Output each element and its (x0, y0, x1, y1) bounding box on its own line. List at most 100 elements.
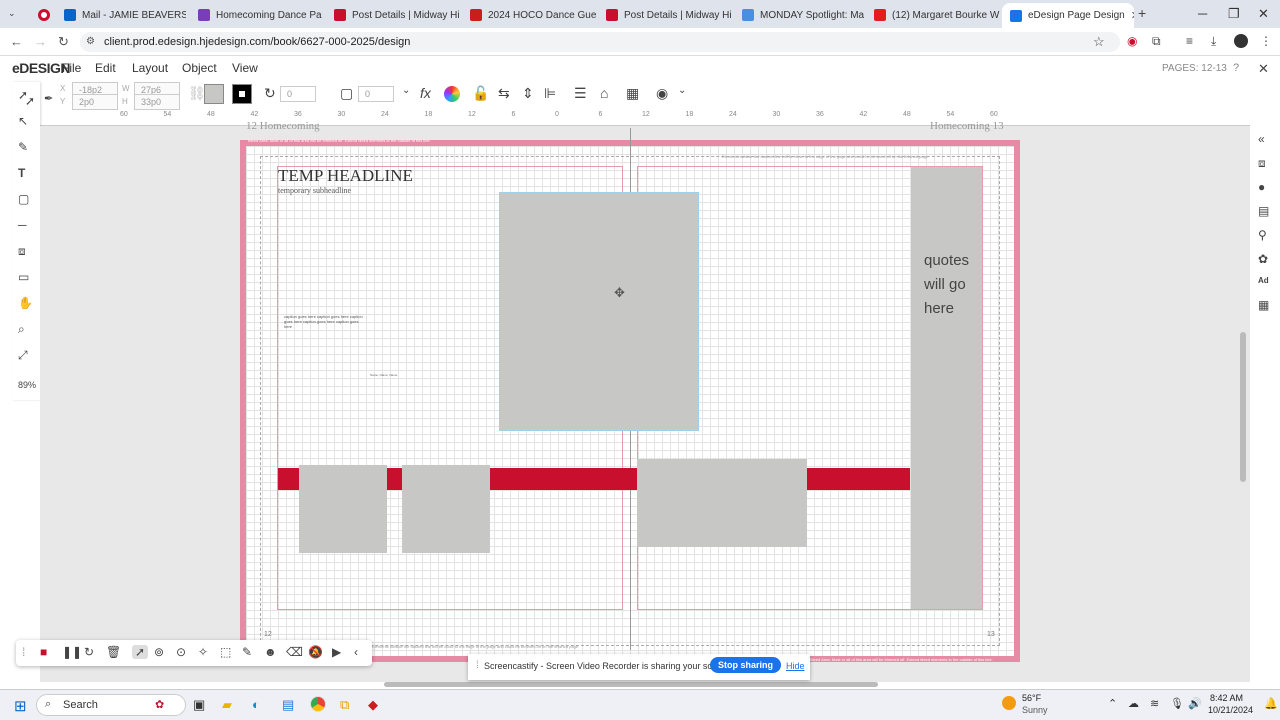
url-field[interactable]: client.prod.edesign.hjedesign.com/book/6… (80, 32, 1120, 52)
tab-close-icon[interactable]: ✕ (1125, 9, 1134, 22)
tab-post-details-2[interactable]: Post Details | Midway Hi✕ (598, 4, 732, 26)
chrome-icon[interactable] (310, 696, 326, 712)
tab-close-icon[interactable]: ✕ (999, 9, 1000, 22)
media-icon[interactable]: ≡ (1186, 34, 1193, 48)
subheadline-text[interactable]: temporary subheadline (278, 186, 351, 195)
tab-close-icon[interactable]: ✕ (322, 9, 324, 22)
trash-icon[interactable]: 🗑 (106, 645, 121, 659)
tab-homecoming-dance[interactable]: Homecoming Dance Pa✕ (190, 4, 324, 26)
tab-monday-spotlight[interactable]: MONDAY Spotlight: Ma✕ (734, 4, 868, 26)
weather-sun-icon[interactable] (1002, 696, 1016, 710)
horizontal-ruler[interactable]: 60 54 48 42 36 30 24 18 12 6 0 6 12 18 24 30 36 42 48 54 60 (40, 110, 1250, 126)
pages-panel-icon[interactable]: ▤ (1258, 204, 1269, 218)
tray-chevron-icon[interactable]: ⌃ (1108, 697, 1117, 710)
zoom-tool-icon[interactable]: ⌕ (18, 322, 25, 337)
tab-mail[interactable]: Mail - JAMIE BEAVERS -✕ (56, 4, 186, 26)
rotate-icon[interactable]: ↻ (264, 85, 276, 102)
extension-record-icon[interactable]: ◉ (1127, 34, 1137, 48)
cursor-icon[interactable]: ➚ (132, 645, 149, 659)
preview-eye-icon[interactable]: ◉ (656, 85, 668, 102)
bookmark-star-icon[interactable]: ☆ (1093, 34, 1105, 50)
menu-edit[interactable]: Edit (95, 61, 116, 75)
rectangle-tool-icon[interactable]: ▢ (18, 192, 29, 206)
windows-start-icon[interactable]: ⊞ (14, 697, 27, 715)
pages-indicator[interactable]: PAGES: 12-13 (1162, 63, 1227, 74)
tab-post-details-1[interactable]: Post Details | Midway Hi✕ (326, 4, 460, 26)
corner-icon[interactable]: ▢ (340, 85, 353, 102)
hand-tool-icon[interactable]: ✋ (18, 296, 33, 310)
tab-search-icon[interactable]: ⌄ (8, 8, 16, 19)
main-photo-frame[interactable] (499, 192, 699, 431)
collapse-panel-icon[interactable]: « (1258, 132, 1265, 146)
pause-icon[interactable]: ❚❚ (62, 645, 82, 659)
extensions-icon[interactable]: ⧉ (1152, 34, 1161, 49)
quote-sidebar[interactable] (911, 167, 982, 609)
focus-icon[interactable]: ✧ (198, 645, 208, 659)
share-panel-icon[interactable]: ⚲ (1258, 228, 1267, 242)
app-close-button[interactable]: ✕ (1258, 61, 1269, 77)
table-panel-icon[interactable]: ▦ (1258, 298, 1269, 312)
pen-tool-icon[interactable]: ✎ (18, 140, 28, 154)
height-field[interactable]: 33p0 (134, 94, 180, 110)
photo-credit-text[interactable]: Name, Name, Name (370, 373, 397, 377)
reload-icon[interactable]: ↻ (58, 34, 69, 50)
restart-icon[interactable]: ↻ (84, 645, 94, 659)
menu-object[interactable]: Object (182, 61, 217, 75)
tag-icon[interactable]: ⌂ (600, 85, 608, 101)
app-icon[interactable]: ⧉ (340, 697, 349, 713)
hide-button[interactable]: Hide (786, 661, 805, 671)
tab-recording[interactable] (30, 4, 54, 26)
camera-icon[interactable]: ▶ (332, 645, 341, 659)
help-icon[interactable]: ? (1233, 62, 1239, 74)
image-frame-icon[interactable]: ⧈ (18, 244, 26, 259)
move-handle-icon[interactable]: ✥ (614, 285, 625, 301)
window-close-icon[interactable]: ✕ (1258, 6, 1269, 22)
people-panel-icon[interactable]: ● (1258, 180, 1265, 194)
stop-record-icon[interactable]: ■ (40, 645, 47, 659)
edge-icon[interactable]: ◐ (252, 697, 260, 712)
collapse-icon[interactable]: ‹ (354, 645, 358, 659)
minimize-icon[interactable]: ─ (1198, 6, 1207, 21)
tray-app-icon[interactable]: ☁ (1128, 697, 1139, 710)
headline-text[interactable]: TEMP HEADLINE (278, 166, 413, 186)
eraser-icon[interactable]: ⌫ (286, 645, 303, 659)
layers-icon[interactable]: ☰ (574, 85, 587, 102)
pen-icon[interactable]: ✎ (242, 645, 252, 659)
taskbar-search[interactable]: ⌕ Search ✿ (36, 694, 186, 716)
microphone-icon[interactable]: 🎙 (1170, 697, 1184, 710)
emoji-icon[interactable]: ☻ (264, 645, 277, 659)
fit-screen-icon[interactable]: ⤢ (18, 348, 28, 363)
notification-bell-icon[interactable]: 🔔 (1264, 697, 1278, 710)
click-highlight-icon[interactable]: ⊙ (176, 645, 186, 659)
y-position-field[interactable]: 2p0 (72, 94, 118, 110)
stroke-dropdown-icon[interactable]: ⌄ (402, 85, 410, 96)
menu-layout[interactable]: Layout (132, 61, 168, 75)
horizontal-scrollbar[interactable] (384, 682, 878, 687)
ads-panel-icon[interactable]: Ad (1258, 276, 1269, 285)
formula-icon[interactable]: fx (420, 85, 431, 101)
clock-date[interactable]: 10/21/2024 (1208, 705, 1253, 715)
stroke-width-field[interactable]: 0 (358, 86, 394, 102)
preview-dropdown-icon[interactable]: ⌄ (678, 85, 686, 96)
grid-layout-icon[interactable]: ▦ (626, 85, 639, 102)
text-tool-icon[interactable]: T (18, 166, 25, 180)
small-photo-frame-2[interactable] (402, 465, 490, 553)
menu-view[interactable]: View (232, 61, 258, 75)
drag-handle-icon[interactable]: ⁞ (22, 645, 25, 659)
task-view-icon[interactable]: ▣ (193, 697, 205, 713)
volume-icon[interactable]: 🔊 (1188, 697, 1202, 710)
images-panel-icon[interactable]: ⧈ (1258, 156, 1266, 171)
wifi-icon[interactable]: ≋ (1150, 697, 1159, 710)
quote-text[interactable]: quotes will go here (924, 249, 974, 321)
wide-photo-frame[interactable] (637, 459, 807, 547)
profile-avatar[interactable] (1234, 34, 1248, 48)
store-icon[interactable]: ▤ (282, 697, 294, 713)
new-tab-button[interactable]: + (1138, 5, 1146, 21)
caption-text[interactable]: caption goes here caption goes here capt… (284, 314, 364, 329)
tab-hoco-dance[interactable]: 2024 HOCO Dance Gues✕ (462, 4, 596, 26)
mute-icon[interactable]: 🔕 (308, 645, 323, 659)
spotlight-icon[interactable]: ⊚ (154, 645, 164, 659)
line-tool-icon[interactable]: ─ (18, 218, 27, 232)
site-info-icon[interactable]: ⚙ (86, 36, 95, 47)
pointer-tool-icon[interactable]: ➚ (25, 94, 35, 108)
